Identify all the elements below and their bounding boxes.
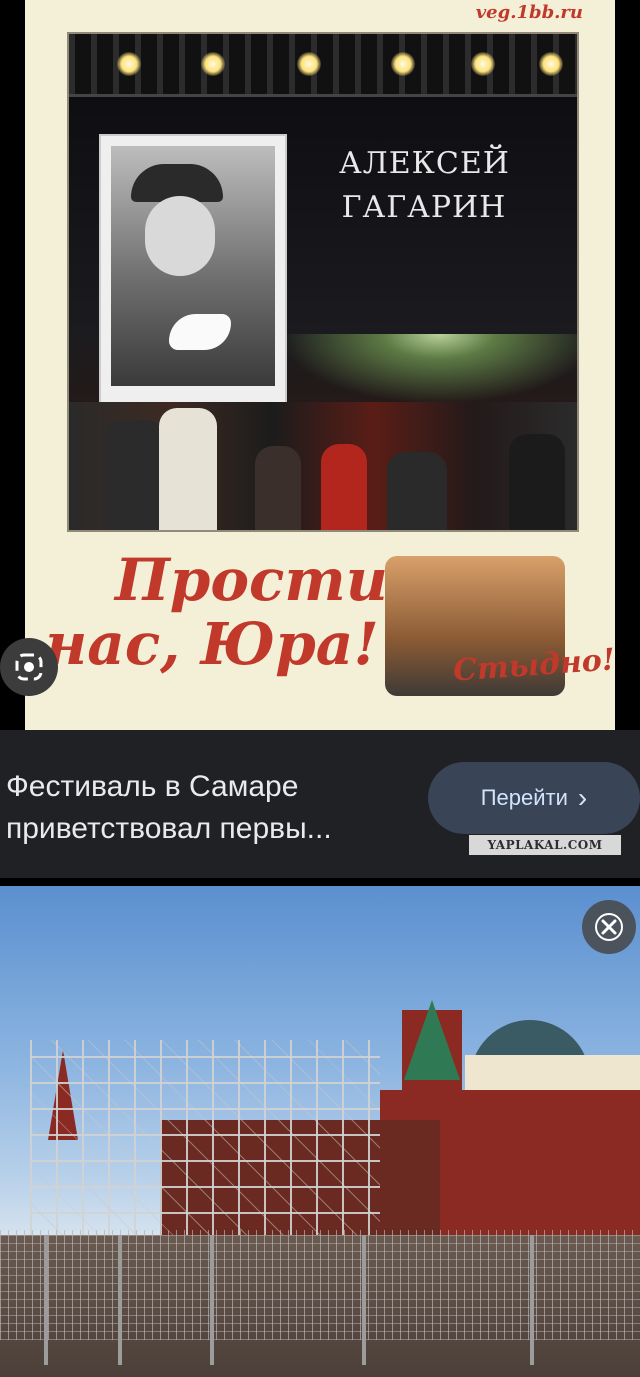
screen-name: АЛЕКСЕЙ ГАГАРИН <box>339 142 509 230</box>
performer <box>509 434 565 530</box>
stage-light <box>471 52 495 76</box>
screen-name-line1: АЛЕКСЕЙ <box>339 146 510 181</box>
earth-horizon <box>279 334 577 404</box>
lens-icon <box>15 653 43 681</box>
fence-post <box>210 1235 214 1365</box>
result-title[interactable]: Фестиваль в Самаре приветствовал первы..… <box>6 766 416 850</box>
goto-label: Перейти <box>480 785 568 810</box>
screen-name-line2: ГАГАРИН <box>341 190 507 225</box>
lens-button[interactable] <box>0 638 58 696</box>
fence-post <box>118 1235 122 1365</box>
source-badge: YAPLAKAL.COM <box>469 835 621 855</box>
performer <box>159 408 217 530</box>
stage-light <box>201 52 225 76</box>
fence-post <box>362 1235 366 1365</box>
stage-light <box>117 52 141 76</box>
fence <box>0 1230 640 1340</box>
right-strip <box>615 0 640 730</box>
performer <box>105 420 165 530</box>
headline-line2: нас, Юра! <box>45 610 379 678</box>
close-icon <box>595 913 623 941</box>
performer <box>255 446 301 530</box>
divider <box>0 878 640 886</box>
close-button[interactable] <box>582 900 636 954</box>
headline-line1: Прости <box>115 546 388 614</box>
headline: Прости нас, Юра! <box>45 548 388 676</box>
fence-post <box>530 1235 534 1365</box>
stage-light <box>539 52 563 76</box>
lighting-truss <box>69 34 577 97</box>
stage-photo: АЛЕКСЕЙ ГАГАРИН <box>67 32 579 532</box>
stage-light <box>297 52 321 76</box>
performers <box>69 402 577 530</box>
stage-light <box>391 52 415 76</box>
performer <box>387 452 447 530</box>
gagarin-portrait <box>99 134 287 426</box>
chevron-right-icon: › <box>577 782 588 813</box>
dove <box>169 314 231 350</box>
performer <box>321 444 367 530</box>
face <box>145 196 215 276</box>
poster-image[interactable]: veg.1bb.ru АЛЕКСЕЙ ГАГАРИН Прости нас, Ю… <box>25 0 616 730</box>
goto-button[interactable]: Перейти › <box>428 762 640 834</box>
left-strip <box>0 0 25 730</box>
fence-post <box>44 1235 48 1365</box>
scaffolding <box>30 1040 380 1240</box>
poster-watermark: veg.1bb.ru <box>475 2 583 23</box>
